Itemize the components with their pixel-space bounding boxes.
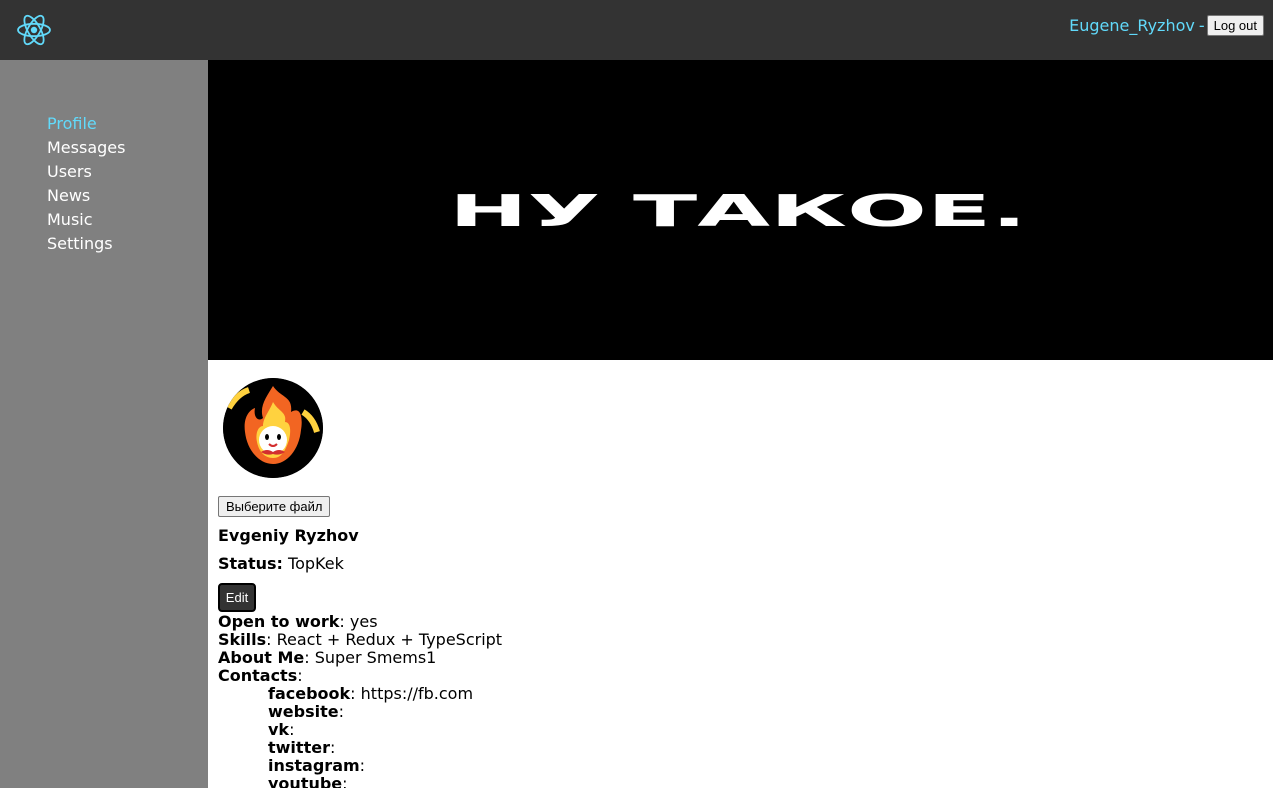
edit-profile-button[interactable]: Edit [218,583,256,612]
about-me-value: Super Smems1 [314,648,437,667]
status-value[interactable]: TopKek [288,554,344,573]
contacts-row: Contacts: [218,666,303,685]
profile-info: Open to work: yes Skills: React + Redux … [218,613,502,788]
choose-file-button[interactable]: Выберите файл [218,496,331,517]
about-me-row: About Me: Super Smems1 [218,648,437,667]
contact-label: youtube [268,774,343,788]
banner-text: НУ ТАКОЕ. [449,186,1027,237]
contact-vk: vk: [268,720,295,739]
sidebar-nav: Profile Messages Users News Music Settin… [47,112,125,256]
username-link[interactable]: Eugene_Ryzhov [1069,16,1195,35]
about-me-label: About Me [218,648,305,667]
contact-facebook: facebook: https://fb.com [268,684,474,703]
fire-mascot-avatar [223,378,323,478]
contact-label: vk [268,720,290,739]
sidebar-item-messages[interactable]: Messages [47,136,125,160]
contact-value[interactable]: https://fb.com [361,684,473,703]
sidebar-item-profile[interactable]: Profile [47,112,125,136]
skills-label: Skills [218,630,267,649]
open-to-work-value: yes [349,612,378,631]
profile-banner: НУ ТАКОЕ. [208,60,1273,360]
contact-label: website [268,702,339,721]
header: Eugene_Ryzhov - Log out [0,0,1273,60]
banner-image: НУ ТАКОЕ. [449,186,1027,237]
open-to-work-label: Open to work [218,612,340,631]
contact-label: twitter [268,738,330,757]
login-block: Eugene_Ryzhov - Log out [1069,14,1264,36]
contact-label: instagram [268,756,360,775]
contact-twitter: twitter: [268,738,336,757]
sidebar-item-users[interactable]: Users [47,160,125,184]
profile-full-name: Evgeniy Ryzhov [218,526,359,545]
sidebar-item-news[interactable]: News [47,184,125,208]
contact-instagram: instagram: [268,756,366,775]
logout-button[interactable]: Log out [1206,14,1264,36]
contact-youtube: youtube: [268,775,502,788]
status-label: Status: [218,554,283,573]
username-separator: - [1198,15,1205,35]
contact-label: facebook [268,684,351,703]
status-line: Status: TopKek [218,554,344,573]
app-root: Eugene_Ryzhov - Log out Profile Messages… [0,0,1273,788]
skills-row: Skills: React + Redux + TypeScript [218,630,503,649]
sidebar-item-settings[interactable]: Settings [47,232,125,256]
sidebar: Profile Messages Users News Music Settin… [0,60,208,788]
react-logo-icon[interactable] [16,12,52,48]
contact-website: website: [268,702,344,721]
skills-value: React + Redux + TypeScript [276,630,503,649]
profile-content: НУ ТАКОЕ. Выберите файл Evgeniy Ryzhov S… [208,60,1273,788]
contacts-label: Contacts [218,666,298,685]
contacts-list: facebook: https://fb.com website: vk: tw… [218,685,502,788]
avatar [223,378,323,478]
open-to-work-row: Open to work: yes [218,612,378,631]
sidebar-item-music[interactable]: Music [47,208,125,232]
